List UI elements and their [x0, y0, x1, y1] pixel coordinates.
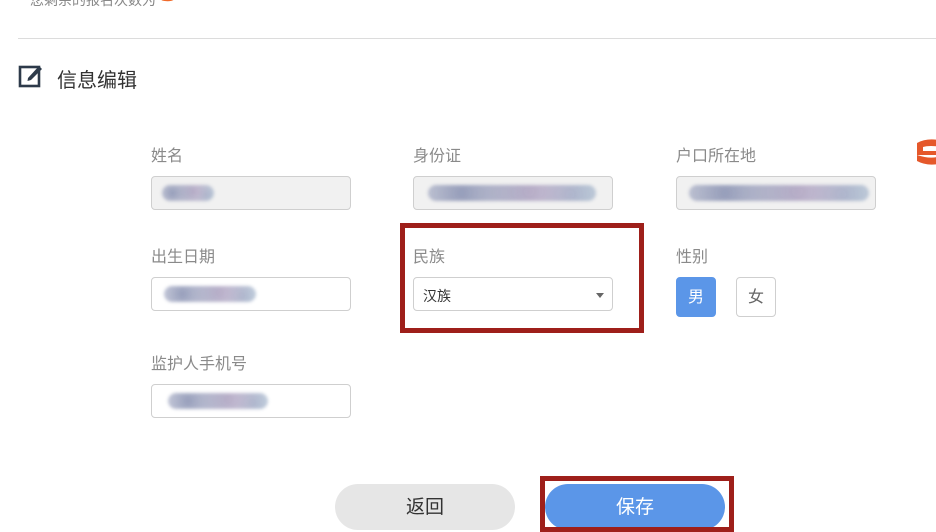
name-field: [151, 176, 351, 210]
name-label: 姓名: [151, 146, 184, 165]
gender-male-button[interactable]: 男: [676, 277, 716, 317]
edit-icon: [18, 65, 42, 88]
redacted-value: [428, 185, 596, 201]
side-logo-icon: [917, 139, 936, 165]
household-label: 户口所在地: [676, 146, 757, 165]
save-highlight-box: [540, 476, 734, 532]
birth-date-field[interactable]: [151, 277, 351, 311]
gender-female-button[interactable]: 女: [736, 277, 776, 317]
household-field: [676, 176, 876, 210]
id-card-label: 身份证: [413, 146, 462, 165]
redacted-value: [162, 185, 214, 201]
guardian-phone-field[interactable]: [151, 384, 351, 418]
redacted-value: [164, 286, 256, 302]
birth-date-label: 出生日期: [151, 247, 216, 266]
guardian-phone-label: 监护人手机号: [151, 354, 248, 373]
redacted-value: [689, 185, 869, 201]
remaining-count-number: 3: [160, 0, 178, 8]
remaining-count-text: 您剩余的报名次数为: [30, 0, 156, 9]
section-title: 信息编辑: [57, 68, 137, 92]
back-button[interactable]: 返回: [335, 484, 515, 530]
redacted-value: [168, 393, 268, 409]
gender-label: 性别: [676, 247, 709, 266]
id-card-field: [413, 176, 613, 210]
ethnicity-highlight-box: [400, 223, 644, 333]
section-divider: [18, 38, 936, 39]
